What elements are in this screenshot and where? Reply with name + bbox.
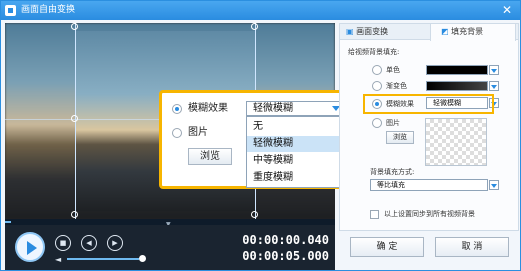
image-preview [425, 118, 487, 166]
image-label: 图片 [188, 127, 208, 138]
ok-button[interactable]: 确 定 [350, 237, 424, 257]
chevron-down-icon[interactable] [489, 81, 499, 91]
image-label-small: 图片 [386, 119, 400, 127]
blur-level-select[interactable]: 轻微模糊 [246, 101, 344, 116]
dropdown-option-medium[interactable]: 中等模糊 [247, 153, 342, 169]
settings-panel: ▣ 画面变换 ◩ 填充背景 给视频背景填充: 单色 渐变色 模糊效果 轻微模糊 … [339, 23, 519, 231]
gradient-label: 渐变色 [386, 82, 407, 90]
current-time: 00:00:00.040 [242, 233, 329, 247]
sync-all-label: 以上设置同步到所有视频背景 [384, 210, 475, 218]
window-title: 画面自由变换 [21, 5, 76, 15]
fill-mode-title: 背景填充方式: [370, 168, 415, 176]
cancel-button[interactable]: 取 消 [435, 237, 509, 257]
gradient-swatch[interactable] [426, 81, 488, 91]
chevron-down-icon[interactable] [489, 180, 499, 190]
solid-color-radio[interactable] [372, 65, 382, 75]
tab-transform[interactable]: ▣ 画面变换 [346, 24, 424, 40]
volume-level [67, 258, 139, 260]
dropdown-option-light[interactable]: 轻微模糊 [247, 136, 342, 152]
stop-button[interactable]: ■ [55, 235, 71, 251]
play-button[interactable] [15, 232, 45, 262]
browse-button[interactable]: 浏览 [188, 148, 232, 165]
close-icon[interactable]: ✕ [502, 3, 512, 17]
transform-dialog: 画面自由变换 ✕ ▼ ■ ◀ ▶ ◄ 00:00:00.040 00:00:05… [0, 0, 521, 271]
playback-controls: ■ ◀ ▶ ◄ 00:00:00.040 00:00:05.000 [5, 225, 335, 270]
app-icon [5, 5, 16, 16]
crop-handle-bottom-left[interactable] [71, 211, 78, 218]
crop-handle-top-right[interactable] [251, 23, 258, 30]
dropdown-option-none[interactable]: 无 [247, 119, 342, 135]
image-radio[interactable] [172, 128, 182, 138]
previous-frame-button[interactable]: ◀ [81, 235, 97, 251]
dropdown-option-heavy[interactable]: 重度模糊 [247, 170, 342, 186]
chevron-down-icon[interactable] [489, 65, 499, 75]
crop-handle-bottom-right[interactable] [251, 211, 258, 218]
gradient-radio[interactable] [372, 81, 382, 91]
next-frame-button[interactable]: ▶ [107, 235, 123, 251]
crop-handle-top-left[interactable] [71, 23, 78, 30]
solid-color-label: 单色 [386, 66, 400, 74]
sync-all-checkbox[interactable] [370, 210, 379, 219]
volume-icon[interactable]: ◄ [55, 255, 61, 264]
tab-bar: ▣ 画面变换 ◩ 填充背景 [340, 24, 518, 41]
total-time: 00:00:05.000 [242, 249, 329, 263]
crop-icon: ▣ [346, 27, 354, 36]
blur-effect-radio[interactable] [172, 104, 182, 114]
title-bar: 画面自由变换 ✕ [1, 1, 520, 20]
browse-button-small[interactable]: 浏览 [386, 131, 414, 144]
fill-mode-value: 等比填充 [377, 181, 405, 189]
volume-slider[interactable] [67, 258, 139, 260]
volume-knob[interactable] [139, 255, 146, 262]
solid-color-swatch[interactable] [426, 65, 488, 75]
fill-mode-select[interactable]: 等比填充 [370, 179, 488, 191]
blur-effect-label: 模糊效果 [188, 103, 228, 114]
fill-icon: ◩ [441, 27, 449, 36]
crop-handle-mid-left[interactable] [71, 115, 78, 122]
section-title: 给视频背景填充: [348, 48, 400, 56]
tab-transform-label: 画面变换 [356, 27, 389, 36]
timeline-progress [5, 221, 11, 223]
tab-fill-background[interactable]: ◩ 填充背景 [430, 24, 516, 41]
blur-option-highlight [363, 94, 494, 114]
image-radio-small[interactable] [372, 118, 382, 128]
blur-level-value: 轻微模糊 [253, 103, 293, 114]
blur-level-dropdown: 无 轻微模糊 中等模糊 重度模糊 [246, 116, 343, 188]
tab-fill-label: 填充背景 [451, 27, 484, 36]
